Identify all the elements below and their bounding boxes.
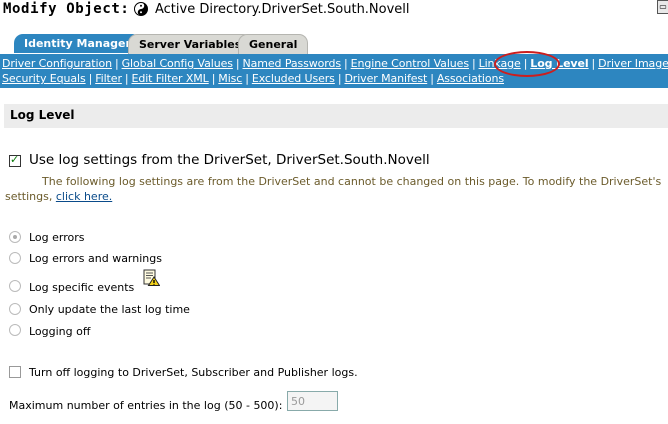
link-edit-filter-xml[interactable]: Edit Filter XML	[131, 72, 208, 85]
tab-general[interactable]: General	[238, 34, 309, 54]
option-label: Only update the last log time	[29, 303, 190, 316]
separator: |	[591, 57, 596, 70]
option-label: Logging off	[29, 325, 91, 338]
separator: |	[471, 57, 476, 70]
separator: |	[211, 72, 216, 85]
driverset-note: The following log settings are from the …	[42, 175, 662, 188]
link-engine-control-values[interactable]: Engine Control Values	[351, 57, 469, 70]
link-misc[interactable]: Misc	[218, 72, 242, 85]
radio-log-errors-warnings[interactable]	[9, 252, 21, 264]
tab-identity-manager[interactable]: Identity Manager	[14, 34, 141, 53]
option-label: Log errors and warnings	[29, 252, 162, 265]
tab-bar: Identity Manager Server Variables Genera…	[0, 34, 668, 54]
radio-logging-off[interactable]	[9, 324, 21, 336]
section-header: Log Level	[4, 104, 668, 128]
link-associations[interactable]: Associations	[437, 72, 504, 85]
section-title: Log Level	[10, 108, 75, 122]
separator: |	[344, 57, 348, 70]
link-driver-image[interactable]: Driver Image	[598, 57, 668, 70]
link-row-1: Driver Configuration | Global Config Value…	[2, 57, 668, 70]
link-filter[interactable]: Filter	[95, 72, 122, 85]
option-label: Log specific events	[29, 281, 135, 294]
sub-navigation: Driver Configuration | Global Config Value…	[0, 54, 668, 88]
header-bar: Modify Object: Active Directory.DriverSe…	[0, 0, 668, 30]
radio-update-last-log-time[interactable]	[9, 303, 21, 315]
radio-log-errors[interactable]	[9, 231, 21, 243]
max-entries-label: Maximum number of entries in the log (50…	[9, 399, 283, 412]
driverset-note-line2: settings, click here.	[5, 190, 112, 203]
link-security-equals[interactable]: Security Equals	[2, 72, 86, 85]
turn-off-logging-label: Turn off logging to DriverSet, Subscribe…	[29, 366, 358, 379]
use-driverset-checkbox[interactable]	[9, 153, 21, 167]
separator: |	[124, 72, 129, 85]
note-prefix: settings,	[5, 190, 53, 203]
link-named-passwords[interactable]: Named Passwords	[243, 57, 342, 70]
separator: |	[235, 57, 240, 70]
object-name: Active Directory.DriverSet.South.Novell	[155, 2, 410, 17]
separator: |	[245, 72, 249, 85]
link-global-config-values[interactable]: Global Config Values	[122, 57, 233, 70]
use-driverset-label: Use log settings from the DriverSet, Dri…	[29, 152, 430, 168]
max-entries-input[interactable]	[287, 391, 338, 411]
tab-server-variables[interactable]: Server Variables	[128, 34, 253, 54]
highlight-circle	[494, 51, 560, 77]
option-label: Log errors	[29, 231, 85, 244]
turn-off-logging-checkbox[interactable]	[9, 366, 21, 378]
separator: |	[337, 72, 342, 85]
link-driver-configuration[interactable]: Driver Configuration	[2, 57, 112, 70]
window-icon[interactable]: ▭	[657, 0, 668, 14]
link-driver-manifest[interactable]: Driver Manifest	[344, 72, 427, 85]
separator: |	[88, 72, 93, 85]
radio-log-specific-events[interactable]	[9, 280, 21, 292]
notepad-warning-icon[interactable]	[143, 269, 160, 286]
separator: |	[430, 72, 434, 85]
click-here-link[interactable]: click here.	[56, 190, 112, 203]
page-title: Modify Object:	[3, 1, 130, 17]
link-row-2: Security Equals | Filter | Edit Filter XML | M…	[2, 72, 504, 85]
link-excluded-users[interactable]: Excluded Users	[252, 72, 335, 85]
separator: |	[114, 57, 119, 70]
yin-yang-icon	[134, 2, 148, 16]
